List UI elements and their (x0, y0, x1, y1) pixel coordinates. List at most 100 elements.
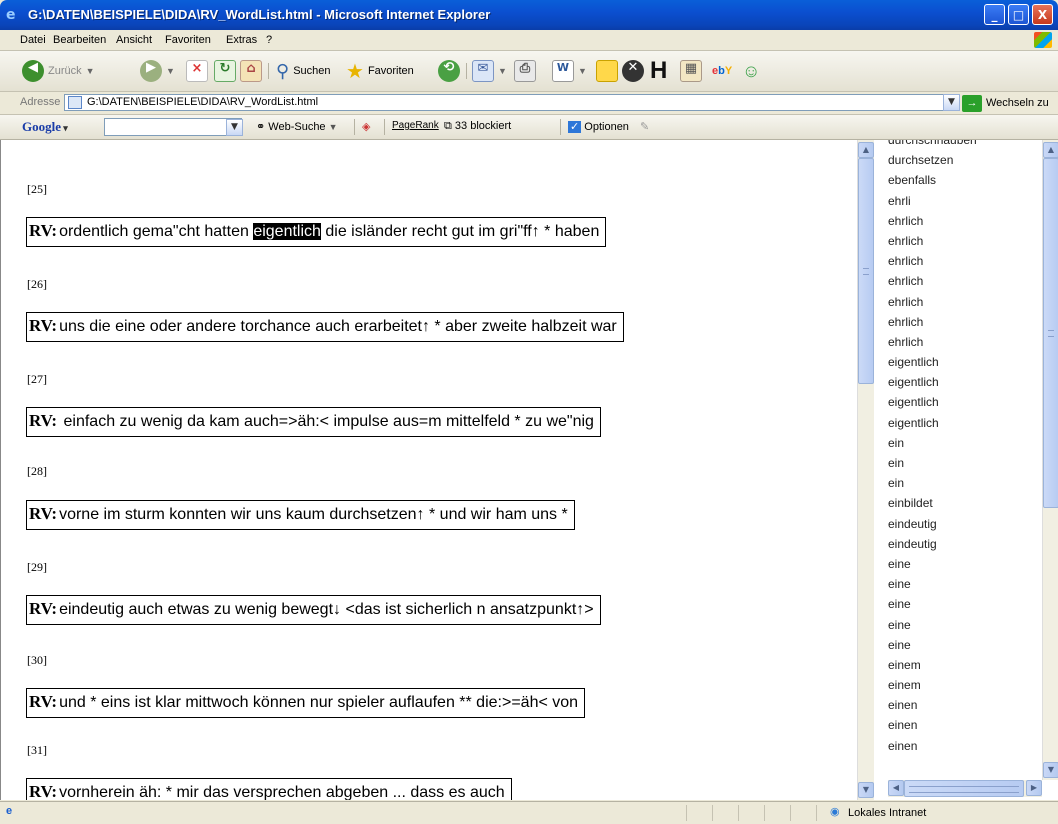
google-search-dropdown[interactable]: ▼ (226, 119, 243, 136)
wordlist-item[interactable]: eindeutig (888, 517, 1038, 537)
refresh-button[interactable]: ↻ (214, 59, 236, 83)
blocked-label: 33 blockiert (454, 120, 512, 132)
edit-button[interactable]: W ▼ (552, 59, 587, 83)
wordlist-item[interactable]: eine (888, 577, 1038, 597)
segment-number: [27] (27, 372, 47, 386)
menu-bearbeiten[interactable]: Bearbeiten (53, 34, 106, 46)
wordlist-item[interactable]: eigentlich (888, 395, 1038, 415)
favorites-button[interactable]: ★ Favoriten (346, 59, 414, 83)
scroll-down-button[interactable]: ▼ (1043, 762, 1058, 778)
web-search-label: Web-Suche (268, 121, 326, 133)
wordlist-item[interactable]: durchsetzen (888, 153, 1038, 173)
wordlist-item[interactable]: ein (888, 476, 1038, 496)
wordlist-item[interactable]: eigentlich (888, 375, 1038, 395)
mail-button[interactable]: ✉ ▼ (472, 59, 507, 83)
news-icon[interactable]: ◈ (362, 120, 370, 133)
wordlist-hscrollbar[interactable]: ◀ ▶ (888, 780, 1042, 797)
wordlist-item[interactable]: ein (888, 436, 1038, 456)
wordlist-item[interactable]: einem (888, 678, 1038, 698)
scroll-down-button[interactable]: ▼ (858, 782, 874, 798)
utterance-box: RV: ordentlich gema"cht hatten eigentlich… (26, 217, 607, 247)
note-icon (596, 60, 618, 82)
search-button[interactable]: ⚲ Suchen (276, 59, 331, 83)
page-icon (68, 96, 82, 109)
history-button[interactable]: ⟲ (438, 59, 460, 83)
ebay-button[interactable]: ebY (712, 59, 732, 83)
menu-ansicht[interactable]: Ansicht (116, 34, 152, 46)
stop-button[interactable]: × (186, 59, 208, 83)
notes-button[interactable] (596, 59, 618, 83)
wordlist-item[interactable]: ehrlich (888, 335, 1038, 355)
options-button[interactable]: ✓ Optionen (568, 120, 629, 133)
research-button[interactable]: ▦ (680, 59, 702, 83)
utterance-text: uns die eine oder andere torchance auch … (59, 318, 617, 335)
wordlist-item[interactable]: ein (888, 456, 1038, 476)
close-button[interactable]: X (1032, 4, 1053, 25)
google-logo[interactable]: Google ▾ (22, 119, 68, 135)
wordlist: durchschnauben durchsetzen ebenfalls ehrli e… (888, 140, 1038, 759)
wordlist-item[interactable]: einem (888, 658, 1038, 678)
wordlist-item[interactable]: eine (888, 638, 1038, 658)
wordlist-item[interactable]: ebenfalls (888, 173, 1038, 193)
wordlist-item[interactable]: einen (888, 718, 1038, 738)
messenger-button[interactable]: ☺ (742, 59, 760, 83)
binoculars-icon: ⚭ (256, 121, 266, 133)
address-dropdown-button[interactable]: ▼ (943, 94, 960, 111)
scroll-thumb[interactable] (1043, 158, 1058, 508)
back-arrow-icon: ◀ (22, 60, 44, 82)
menu-help[interactable]: ? (266, 34, 272, 46)
home-button[interactable]: ⌂ (240, 59, 262, 83)
highlighted-word[interactable]: eigentlich (253, 223, 321, 240)
scroll-thumb[interactable] (858, 158, 874, 384)
utterance-text: die isländer recht gut im gri"ff↑ * habe… (320, 223, 600, 240)
h-button[interactable]: H (650, 57, 667, 84)
wordlist-item[interactable]: eine (888, 557, 1038, 577)
wordlist-item[interactable]: eine (888, 597, 1038, 617)
maximize-button[interactable]: □ (1008, 4, 1029, 25)
scroll-left-button[interactable]: ◀ (888, 780, 904, 796)
search-label: Suchen (293, 65, 331, 77)
wordlist-item[interactable]: einen (888, 698, 1038, 718)
transcript-scrollbar[interactable]: ▲ ▼ (857, 140, 874, 800)
wordlist-item[interactable]: ehrlich (888, 274, 1038, 294)
scroll-right-button[interactable]: ▶ (1026, 780, 1042, 796)
wordlist-item[interactable]: eindeutig (888, 537, 1038, 557)
minimize-button[interactable]: _ (984, 4, 1005, 25)
wordlist-item[interactable]: eine (888, 618, 1038, 638)
wordlist-scrollbar[interactable]: ▲ ▼ (1042, 140, 1058, 780)
address-input[interactable]: G:\DATEN\BEISPIELE\DIDA\RV_WordList.html (64, 94, 960, 111)
web-search-button[interactable]: ⚭ Web-Suche ▼ (256, 120, 338, 133)
menu-datei[interactable]: Datei (20, 34, 46, 46)
scroll-up-button[interactable]: ▲ (858, 142, 874, 158)
popup-blocker-button[interactable]: ⧉ 33 blockiert (444, 120, 511, 133)
scroll-up-button[interactable]: ▲ (1043, 142, 1058, 158)
wordlist-item[interactable]: eigentlich (888, 355, 1038, 375)
forward-button[interactable]: ▶ ▼ (140, 59, 175, 83)
book-icon: ▦ (680, 60, 702, 82)
menu-favoriten[interactable]: Favoriten (165, 34, 211, 46)
google-search-input[interactable] (104, 118, 242, 136)
speaker-label: RV: (29, 411, 58, 430)
go-button[interactable]: → Wechseln zu (962, 94, 1049, 112)
wordlist-item[interactable]: ehrlich (888, 214, 1038, 234)
hscroll-thumb[interactable] (904, 780, 1024, 797)
wordlist-item[interactable]: ehrlich (888, 254, 1038, 274)
wordlist-item[interactable]: eigentlich (888, 416, 1038, 436)
history-icon: ⟲ (438, 60, 460, 82)
wordlist-item[interactable]: ehrlich (888, 234, 1038, 254)
back-button[interactable]: ◀ Zurück ▼ (22, 59, 95, 83)
messenger-icon: ☺ (742, 60, 761, 81)
windows-flag-icon (1034, 32, 1052, 48)
block-button[interactable]: ✕ (622, 59, 644, 83)
print-button[interactable]: ⎙ (514, 59, 536, 83)
wordlist-item[interactable]: durchschnauben (888, 140, 1038, 153)
menu-extras[interactable]: Extras (226, 34, 257, 46)
pagerank-indicator[interactable]: PageRank (392, 120, 439, 131)
wordlist-item[interactable]: ehrlich (888, 295, 1038, 315)
wordlist-item[interactable]: einen (888, 739, 1038, 759)
wordlist-item[interactable]: ehrlich (888, 315, 1038, 335)
highlight-pen-icon[interactable]: ✎ (640, 120, 649, 133)
utterance-text: einfach zu wenig da kam auch=>äh:< impul… (59, 413, 594, 430)
wordlist-item[interactable]: ehrli (888, 194, 1038, 214)
wordlist-item[interactable]: einbildet (888, 496, 1038, 516)
